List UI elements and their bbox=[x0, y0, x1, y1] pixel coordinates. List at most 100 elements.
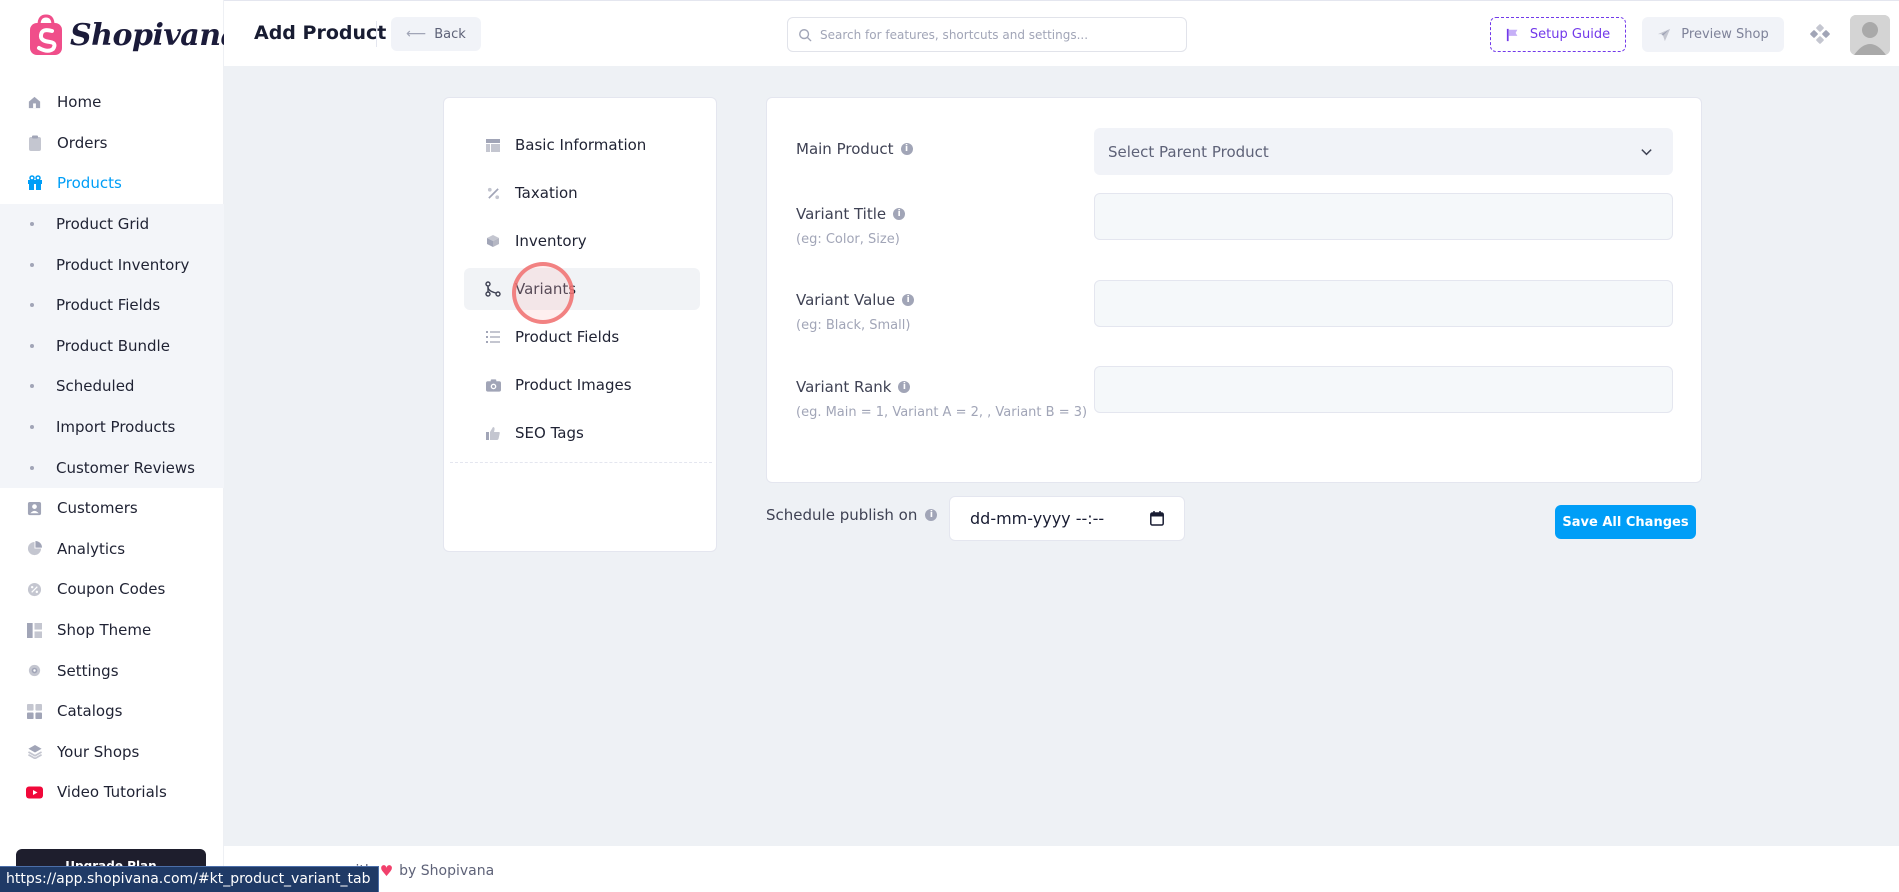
percent-icon bbox=[485, 185, 501, 201]
sidebar-item-products[interactable]: Products bbox=[0, 163, 224, 204]
sidebar-item-coupon-codes[interactable]: Coupon Codes bbox=[0, 569, 224, 610]
variant-title-label: Variant Title i bbox=[796, 205, 906, 223]
tab-seo-tags[interactable]: SEO Tags bbox=[464, 412, 700, 454]
user-silhouette-icon bbox=[1850, 15, 1890, 55]
tab-inventory[interactable]: Inventory bbox=[464, 220, 700, 262]
git-branch-icon bbox=[485, 281, 501, 297]
parent-product-select[interactable]: Select Parent Product bbox=[1094, 128, 1673, 175]
tab-label: Variants bbox=[515, 280, 577, 298]
variant-value-input[interactable] bbox=[1094, 280, 1673, 327]
main-product-label: Main Product i bbox=[796, 140, 913, 158]
setup-guide-button[interactable]: Setup Guide bbox=[1490, 17, 1626, 52]
sidebar-item-label: Video Tutorials bbox=[57, 783, 167, 802]
product-tabs-card: Basic Information Taxation Inventory Var… bbox=[443, 97, 717, 552]
field-label-text: Variant Rank bbox=[796, 378, 892, 396]
info-icon[interactable]: i bbox=[925, 509, 938, 521]
variant-value-hint: (eg: Black, Small) bbox=[796, 318, 911, 333]
flag-icon bbox=[1506, 28, 1518, 41]
bullet-icon bbox=[30, 425, 34, 430]
sidebar-item-your-shops[interactable]: Your Shops bbox=[0, 732, 224, 773]
back-button-label: Back bbox=[434, 26, 466, 42]
info-icon[interactable]: i bbox=[900, 143, 913, 155]
layout-icon bbox=[26, 622, 43, 639]
sidebar-subitem-product-grid[interactable]: Product Grid bbox=[0, 204, 224, 245]
sidebar-item-label: Product Fields bbox=[56, 296, 161, 315]
tab-product-images[interactable]: Product Images bbox=[464, 364, 700, 406]
sidebar-item-customers[interactable]: Customers bbox=[0, 488, 224, 529]
tab-label: Product Images bbox=[515, 376, 632, 394]
sidebar-item-label: Coupon Codes bbox=[57, 580, 166, 599]
sidebar-item-label: Product Inventory bbox=[56, 255, 190, 274]
footer: with ♥ by Shopivana bbox=[224, 846, 1899, 892]
page-title: Add Product bbox=[254, 22, 387, 44]
search-box[interactable] bbox=[787, 17, 1187, 52]
gear-icon bbox=[26, 662, 43, 679]
variant-rank-input[interactable] bbox=[1094, 366, 1673, 413]
grid-icon bbox=[26, 703, 43, 720]
info-icon[interactable]: i bbox=[898, 381, 911, 393]
apps-icon[interactable] bbox=[1809, 23, 1831, 45]
sidebar-item-orders[interactable]: Orders bbox=[0, 123, 224, 164]
sidebar-item-video-tutorials[interactable]: Video Tutorials bbox=[0, 772, 224, 813]
datetime-placeholder: dd-mm-yyyy --:-- bbox=[970, 509, 1105, 528]
tab-taxation[interactable]: Taxation bbox=[464, 172, 700, 214]
sidebar-item-label: Customers bbox=[57, 499, 138, 518]
search-input[interactable] bbox=[820, 27, 1170, 42]
sidebar-subitem-scheduled[interactable]: Scheduled bbox=[0, 366, 224, 407]
variant-rank-label: Variant Rank i bbox=[796, 378, 911, 396]
sidebar-item-shop-theme[interactable]: Shop Theme bbox=[0, 610, 224, 651]
bullet-icon bbox=[30, 303, 34, 308]
sidebar-item-catalogs[interactable]: Catalogs bbox=[0, 691, 224, 732]
schedule-datetime-input[interactable]: dd-mm-yyyy --:-- bbox=[949, 496, 1185, 541]
sidebar-item-label: Home bbox=[57, 93, 102, 112]
sidebar-subitem-product-inventory[interactable]: Product Inventory bbox=[0, 244, 224, 285]
clipboard-icon bbox=[26, 134, 43, 151]
sidebar-nav: Home Orders Products Product Grid Produc… bbox=[0, 82, 224, 813]
info-icon[interactable]: i bbox=[902, 294, 915, 306]
sidebar-item-label: Orders bbox=[57, 133, 108, 152]
layers-icon bbox=[26, 743, 43, 760]
sidebar-item-label: Settings bbox=[57, 661, 119, 680]
calendar-icon[interactable] bbox=[1150, 511, 1164, 526]
user-avatar[interactable] bbox=[1850, 15, 1890, 55]
sidebar-item-label: Shop Theme bbox=[57, 621, 152, 640]
arrow-left-icon: ⟵ bbox=[406, 26, 427, 42]
bullet-icon bbox=[30, 262, 34, 267]
sidebar-item-home[interactable]: Home bbox=[0, 82, 224, 123]
tab-label: Basic Information bbox=[515, 136, 647, 154]
sidebar-subitem-customer-reviews[interactable]: Customer Reviews bbox=[0, 447, 224, 488]
tab-variants[interactable]: Variants bbox=[464, 268, 700, 310]
sidebar-item-analytics[interactable]: Analytics bbox=[0, 529, 224, 570]
field-label-text: Main Product bbox=[796, 140, 894, 158]
info-icon[interactable]: i bbox=[893, 208, 906, 220]
sidebar-item-label: Products bbox=[57, 174, 122, 193]
sidebar-item-label: Customer Reviews bbox=[56, 458, 195, 477]
top-header: Add Product ⟵ Back Setup Guide Preview S… bbox=[224, 0, 1899, 66]
shopping-bag-logo-icon bbox=[30, 14, 62, 55]
list-icon bbox=[485, 329, 501, 345]
field-label-text: Variant Title bbox=[796, 205, 887, 223]
sidebar: Shopivana Home Orders Products Product G… bbox=[0, 0, 240, 892]
sidebar-item-settings[interactable]: Settings bbox=[0, 650, 224, 691]
gift-icon bbox=[26, 175, 43, 192]
products-submenu: Product Grid Product Inventory Product F… bbox=[0, 203, 224, 488]
sidebar-subitem-product-bundle[interactable]: Product Bundle bbox=[0, 326, 224, 367]
tab-label: Product Fields bbox=[515, 328, 620, 346]
sidebar-subitem-product-fields[interactable]: Product Fields bbox=[0, 285, 224, 326]
brand-logo[interactable]: Shopivana bbox=[26, 12, 240, 58]
tab-basic-information[interactable]: Basic Information bbox=[464, 124, 700, 166]
sidebar-subitem-import-products[interactable]: Import Products bbox=[0, 407, 224, 448]
tab-label: SEO Tags bbox=[515, 424, 584, 442]
variant-rank-hint: (eg. Main = 1, Variant A = 2, , Variant … bbox=[796, 405, 1088, 420]
select-value: Select Parent Product bbox=[1108, 142, 1269, 161]
chevron-down-icon bbox=[1641, 149, 1652, 156]
tab-product-fields[interactable]: Product Fields bbox=[464, 316, 700, 358]
back-button[interactable]: ⟵ Back bbox=[391, 17, 481, 51]
box-icon bbox=[485, 233, 501, 249]
setup-guide-label: Setup Guide bbox=[1529, 27, 1611, 42]
sidebar-item-label: Catalogs bbox=[57, 702, 123, 721]
variant-title-input[interactable] bbox=[1094, 193, 1673, 240]
preview-shop-button[interactable]: Preview Shop bbox=[1642, 17, 1784, 52]
footer-text-after[interactable]: by Shopivana bbox=[399, 863, 494, 879]
save-all-changes-button[interactable]: Save All Changes bbox=[1555, 505, 1696, 539]
